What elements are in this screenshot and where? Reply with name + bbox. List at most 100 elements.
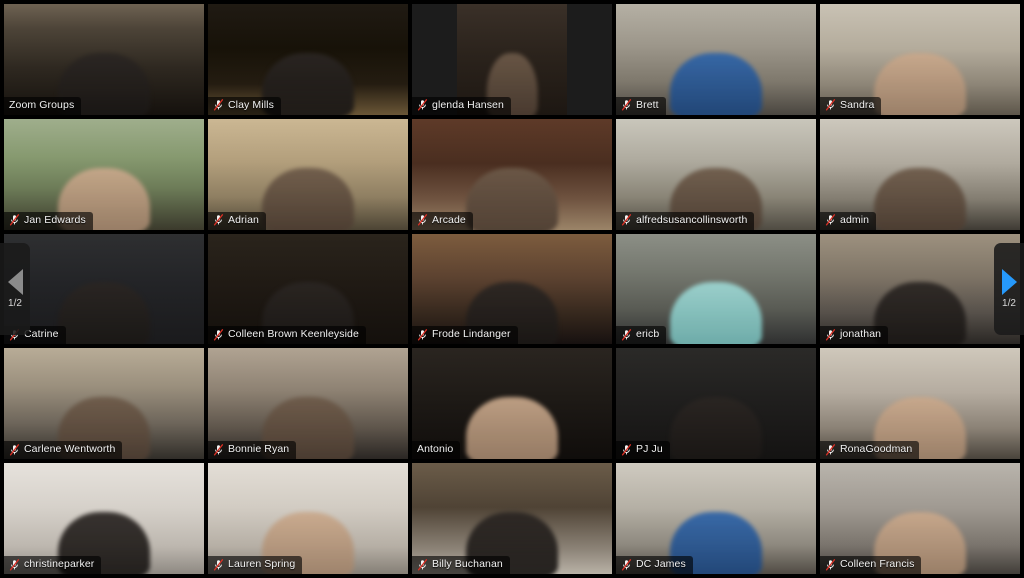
microphone-muted-icon: [621, 558, 632, 570]
participant-tile[interactable]: Adrian: [208, 118, 408, 230]
participant-tile[interactable]: Zoom Groups: [4, 4, 204, 115]
participant-name: Sandra: [840, 98, 875, 111]
participant-nameplate: christineparker: [4, 556, 102, 574]
participant-nameplate: Billy Buchanan: [412, 556, 510, 574]
zoom-gallery-view: Zoom Groups Clay Mills glenda Hansen Brett S…: [0, 0, 1024, 578]
participant-nameplate: RonaGoodman: [820, 441, 920, 460]
participant-tile[interactable]: Lauren Spring: [208, 463, 408, 574]
participant-tile[interactable]: Sandra: [820, 4, 1020, 115]
participant-nameplate: Carlene Wentworth: [4, 441, 123, 460]
participant-tile[interactable]: jonathan: [820, 233, 1020, 345]
microphone-muted-icon: [825, 329, 836, 341]
participant-name: glenda Hansen: [432, 98, 504, 111]
participant-nameplate: Lauren Spring: [208, 556, 303, 574]
microphone-muted-icon: [9, 214, 20, 226]
participant-name: Brett: [636, 98, 659, 111]
participant-nameplate: Jan Edwards: [4, 211, 93, 230]
microphone-muted-icon: [213, 443, 224, 456]
participant-nameplate: Bonnie Ryan: [208, 441, 297, 460]
microphone-muted-icon: [9, 443, 20, 456]
chevron-right-icon: [1001, 269, 1017, 295]
microphone-muted-icon: [825, 214, 836, 226]
participant-tile[interactable]: Arcade: [412, 118, 612, 230]
page-indicator-right: 1/2: [1002, 298, 1016, 309]
participant-tile[interactable]: glenda Hansen: [412, 4, 612, 115]
participant-nameplate: glenda Hansen: [412, 96, 511, 115]
participant-tile[interactable]: Brett: [616, 4, 816, 115]
participant-name: alfredsusancollinsworth: [636, 213, 748, 226]
participant-tile[interactable]: Antonio: [412, 348, 612, 460]
microphone-muted-icon: [825, 443, 836, 456]
participant-tile[interactable]: PJ Ju: [616, 348, 816, 460]
participant-nameplate: admin: [820, 211, 877, 230]
participant-nameplate: Sandra: [820, 96, 882, 115]
participant-name: Jan Edwards: [24, 213, 86, 226]
participant-name: admin: [840, 213, 870, 226]
chevron-left-icon: [7, 269, 23, 295]
microphone-muted-icon: [417, 99, 428, 111]
participant-name: PJ Ju: [636, 443, 663, 456]
microphone-muted-icon: [417, 214, 428, 226]
participant-tile[interactable]: Colleen Brown Keenleyside: [208, 233, 408, 345]
participant-tile[interactable]: Bonnie Ryan: [208, 348, 408, 460]
microphone-muted-icon: [213, 99, 224, 111]
participant-tile[interactable]: ericb: [616, 233, 816, 345]
participant-nameplate: PJ Ju: [616, 441, 670, 460]
microphone-muted-icon: [213, 214, 224, 226]
participant-name: christineparker: [24, 558, 95, 570]
microphone-muted-icon: [213, 329, 224, 341]
participant-tile[interactable]: Clay Mills: [208, 4, 408, 115]
participant-nameplate: Colleen Francis: [820, 556, 922, 574]
participant-nameplate: Brett: [616, 96, 666, 115]
participant-tile[interactable]: Frode Lindanger: [412, 233, 612, 345]
participant-name: Colleen Brown Keenleyside: [228, 328, 359, 341]
participant-nameplate: Frode Lindanger: [412, 326, 518, 345]
microphone-muted-icon: [621, 214, 632, 226]
participant-name: Frode Lindanger: [432, 328, 511, 341]
participant-tile[interactable]: alfredsusancollinsworth: [616, 118, 816, 230]
participant-name: Arcade: [432, 213, 466, 226]
participant-tile[interactable]: Jan Edwards: [4, 118, 204, 230]
participant-name: Carlene Wentworth: [24, 443, 116, 456]
previous-page-button[interactable]: 1/2: [0, 243, 30, 335]
microphone-muted-icon: [825, 99, 836, 111]
participant-name: Zoom Groups: [9, 98, 75, 111]
participant-nameplate: alfredsusancollinsworth: [616, 211, 755, 230]
participant-tile[interactable]: DC James: [616, 463, 816, 574]
participant-name: Colleen Francis: [840, 558, 915, 570]
microphone-muted-icon: [621, 329, 632, 341]
participant-tile[interactable]: admin: [820, 118, 1020, 230]
microphone-muted-icon: [621, 443, 632, 456]
participant-name: jonathan: [840, 328, 882, 341]
participant-nameplate: Colleen Brown Keenleyside: [208, 326, 366, 345]
microphone-muted-icon: [417, 558, 428, 570]
participant-name: RonaGoodman: [840, 443, 913, 456]
participant-nameplate: Clay Mills: [208, 96, 281, 115]
participant-grid: Zoom Groups Clay Mills glenda Hansen Brett S…: [0, 0, 1024, 578]
page-indicator-left: 1/2: [8, 298, 22, 309]
participant-tile[interactable]: RonaGoodman: [820, 348, 1020, 460]
participant-nameplate: jonathan: [820, 326, 889, 345]
participant-nameplate: Arcade: [412, 211, 473, 230]
participant-name: Bonnie Ryan: [228, 443, 290, 456]
participant-name: Adrian: [228, 213, 259, 226]
microphone-muted-icon: [9, 558, 20, 570]
participant-tile[interactable]: christineparker: [4, 463, 204, 574]
participant-name: ericb: [636, 328, 660, 341]
participant-tile[interactable]: Billy Buchanan: [412, 463, 612, 574]
participant-tile[interactable]: Colleen Francis: [820, 463, 1020, 574]
participant-nameplate: DC James: [616, 556, 693, 574]
microphone-muted-icon: [417, 329, 428, 341]
participant-name: Antonio: [417, 443, 454, 456]
participant-name: Lauren Spring: [228, 558, 296, 570]
participant-name: Clay Mills: [228, 98, 274, 111]
participant-nameplate: Zoom Groups: [4, 96, 82, 115]
participant-name: DC James: [636, 558, 686, 570]
participant-tile[interactable]: Carlene Wentworth: [4, 348, 204, 460]
microphone-muted-icon: [825, 558, 836, 570]
participant-tile[interactable]: Catrine: [4, 233, 204, 345]
participant-nameplate: ericb: [616, 326, 667, 345]
microphone-muted-icon: [621, 99, 632, 111]
next-page-button[interactable]: 1/2: [994, 243, 1024, 335]
participant-nameplate: Adrian: [208, 211, 266, 230]
